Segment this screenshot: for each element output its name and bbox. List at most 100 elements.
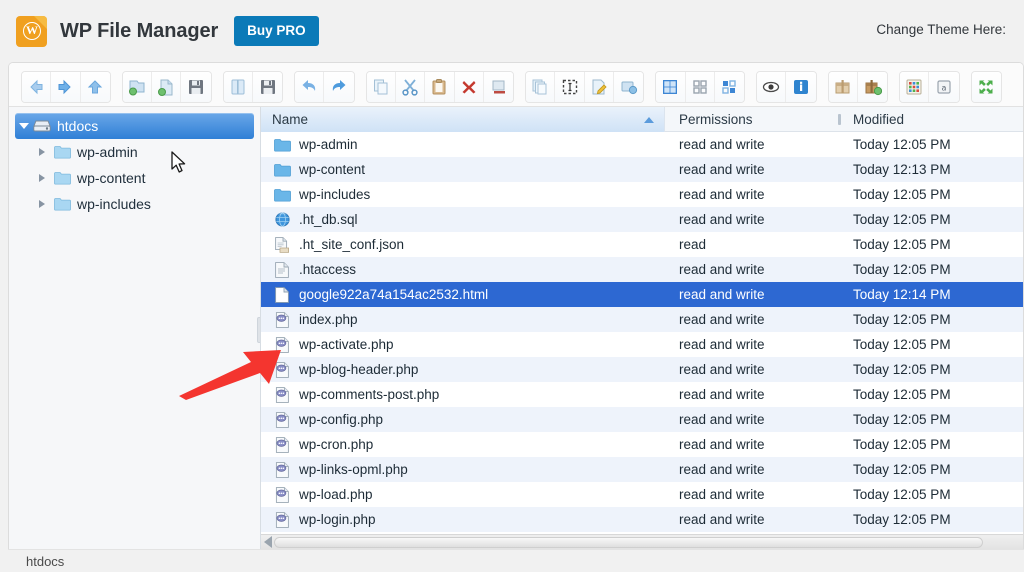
table-row[interactable]: .htaccess read and write Today 12:05 PM xyxy=(261,257,1023,282)
buy-pro-button[interactable]: Buy PRO xyxy=(234,16,319,46)
cut-scissors-icon[interactable] xyxy=(396,71,426,102)
app-header: W WP File Manager Buy PRO Change Theme H… xyxy=(0,0,1024,62)
cell-modified: Today 12:05 PM xyxy=(853,362,951,377)
cell-permissions: read and write xyxy=(679,262,765,277)
icons-view-icon[interactable] xyxy=(656,71,686,102)
copy-icon[interactable] xyxy=(366,71,397,102)
toolbar: a xyxy=(9,63,1023,173)
file-manager-panel: a htdocs wp-admin wp-content wp-includes… xyxy=(8,62,1024,549)
rename-select-icon[interactable] xyxy=(555,71,585,102)
file-list: Name Permissions Modified wp-admin read a… xyxy=(261,107,1023,549)
help-book-icon[interactable]: a xyxy=(929,71,959,102)
tree-item-wp-content[interactable]: wp-content xyxy=(9,165,260,191)
column-divider-handle[interactable] xyxy=(835,107,844,132)
resize-image-icon[interactable] xyxy=(613,71,644,102)
php-file-icon xyxy=(272,361,292,378)
extract-archive-icon[interactable] xyxy=(828,71,858,102)
table-row[interactable]: wp-links-opml.php read and write Today 12:… xyxy=(261,457,1023,482)
toolbar-group-open-save xyxy=(222,70,284,103)
redo-icon[interactable] xyxy=(324,71,354,102)
cell-modified: Today 12:05 PM xyxy=(853,437,951,452)
new-file-icon[interactable] xyxy=(152,71,182,102)
scroll-left-arrow-icon[interactable] xyxy=(264,536,272,548)
undo-icon[interactable] xyxy=(295,71,325,102)
cell-modified: Today 12:05 PM xyxy=(853,262,951,277)
cell-permissions: read xyxy=(679,237,707,252)
cell-modified: Today 12:05 PM xyxy=(853,212,951,227)
floppy-disk-icon[interactable] xyxy=(252,71,283,102)
back-arrow-icon[interactable] xyxy=(22,71,52,102)
page-title: WP File Manager xyxy=(60,19,219,42)
horizontal-scrollbar[interactable] xyxy=(261,534,1023,549)
fullscreen-icon[interactable] xyxy=(971,71,1001,102)
tree-item-label: htdocs xyxy=(57,118,99,134)
open-book-icon[interactable] xyxy=(223,71,253,102)
table-row[interactable]: wp-includes read and write Today 12:05 PM xyxy=(261,182,1023,207)
cell-name: google922a74a154ac2532.html xyxy=(261,286,665,303)
cell-modified: Today 12:14 PM xyxy=(853,287,951,302)
column-header-name[interactable]: Name xyxy=(261,107,665,132)
list-view-icon[interactable] xyxy=(714,71,745,102)
table-row[interactable]: wp-load.php read and write Today 12:05 PM xyxy=(261,482,1023,507)
file-manager-body: htdocs wp-admin wp-content wp-includes Name… xyxy=(9,107,1023,549)
php-file-icon xyxy=(272,436,292,453)
up-arrow-icon[interactable] xyxy=(80,71,110,102)
table-row[interactable]: wp-login.php read and write Today 12:05 PM xyxy=(261,507,1023,532)
php-file-icon xyxy=(272,386,292,403)
file-name: wp-comments-post.php xyxy=(299,387,440,402)
table-row[interactable]: .ht_db.sql read and write Today 12:05 PM xyxy=(261,207,1023,232)
chevron-right-icon[interactable] xyxy=(39,200,53,208)
cell-permissions: read and write xyxy=(679,162,765,177)
file-name: wp-admin xyxy=(299,137,358,152)
duplicate-icon[interactable] xyxy=(526,71,556,102)
php-file-icon xyxy=(272,461,292,478)
forward-arrow-icon[interactable] xyxy=(51,71,81,102)
column-header-modified[interactable]: Modified xyxy=(844,107,1023,132)
table-row[interactable]: wp-activate.php read and write Today 12:05… xyxy=(261,332,1023,357)
cell-name: wp-includes xyxy=(261,187,665,202)
chevron-right-icon[interactable] xyxy=(39,174,53,182)
paste-icon[interactable] xyxy=(425,71,455,102)
empty-folder-icon[interactable] xyxy=(483,71,514,102)
table-row[interactable]: .ht_site_conf.json read Today 12:05 PM xyxy=(261,232,1023,257)
table-row[interactable]: wp-comments-post.php read and write Today … xyxy=(261,382,1023,407)
small-grid-icon[interactable] xyxy=(685,71,715,102)
tree-item-wp-includes[interactable]: wp-includes xyxy=(9,191,260,217)
toolbar-group-info xyxy=(756,70,817,103)
cell-name: wp-admin xyxy=(261,137,665,152)
table-row[interactable]: wp-admin read and write Today 12:05 PM xyxy=(261,132,1023,157)
chevron-down-icon[interactable] xyxy=(19,123,33,129)
cell-name: index.php xyxy=(261,311,665,328)
chevron-right-icon[interactable] xyxy=(39,148,53,156)
table-row[interactable]: wp-blog-header.php read and write Today 12… xyxy=(261,357,1023,382)
column-header-permissions[interactable]: Permissions xyxy=(665,107,835,132)
save-icon[interactable] xyxy=(181,71,211,102)
toolbar-group-create xyxy=(121,70,212,103)
new-folder-icon[interactable] xyxy=(122,71,153,102)
edit-file-icon[interactable] xyxy=(584,71,614,102)
sidebar-tree: htdocs wp-admin wp-content wp-includes xyxy=(9,107,261,549)
scrollbar-thumb[interactable] xyxy=(274,536,983,548)
tree-item-htdocs[interactable]: htdocs xyxy=(15,113,254,139)
create-archive-icon[interactable] xyxy=(857,71,888,102)
preview-eye-icon[interactable] xyxy=(757,71,787,102)
folder-icon xyxy=(272,188,292,202)
table-row[interactable]: google922a74a154ac2532.html read and writ… xyxy=(261,282,1023,307)
cell-modified: Today 12:05 PM xyxy=(853,187,951,202)
table-row[interactable]: wp-content read and write Today 12:13 PM xyxy=(261,157,1023,182)
html-file-icon xyxy=(272,286,292,303)
file-name: .htaccess xyxy=(299,262,357,277)
cell-permissions: read and write xyxy=(679,137,765,152)
column-header-name-label: Name xyxy=(272,111,309,127)
tree-item-label: wp-includes xyxy=(77,196,151,212)
info-icon[interactable] xyxy=(786,71,816,102)
table-row[interactable]: index.php read and write Today 12:05 PM xyxy=(261,307,1023,332)
table-row[interactable]: wp-cron.php read and write Today 12:05 PM xyxy=(261,432,1023,457)
chmod-grid-icon[interactable] xyxy=(900,71,930,102)
file-name: .ht_site_conf.json xyxy=(299,237,405,252)
tree-item-wp-admin[interactable]: wp-admin xyxy=(9,139,260,165)
table-row[interactable]: wp-config.php read and write Today 12:05 P… xyxy=(261,407,1023,432)
delete-x-icon[interactable] xyxy=(454,71,484,102)
php-file-icon xyxy=(272,336,292,353)
toolbar-group-tools: a xyxy=(899,70,960,103)
